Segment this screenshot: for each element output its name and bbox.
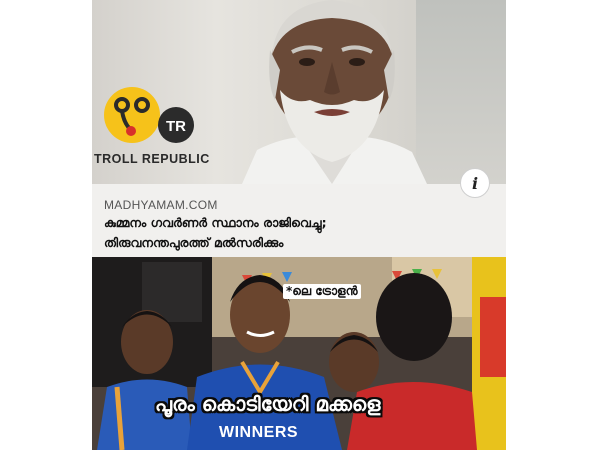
logo-badge-text: TR	[166, 118, 186, 135]
info-icon[interactable]: i	[460, 168, 490, 198]
meme-caption-small: *ലെ ട്രോളൻ	[283, 284, 361, 299]
link-title-line1: കുമ്മനം ഗവർണർ സ്ഥാനം രാജിവെച്ചു;	[104, 215, 327, 230]
link-title-line2: തിരുവനന്തപുരത്ത് മൽസരിക്കും	[104, 235, 284, 250]
jersey-text: WINNERS	[219, 424, 299, 441]
meme-caption-big: പൂരം കൊടിയേറി മക്കളെ	[155, 392, 381, 416]
brand-name: TROLL REPUBLIC	[94, 152, 210, 166]
troll-republic-logo: TR	[104, 87, 194, 143]
link-source: MADHYAMAM.COM	[104, 198, 218, 212]
link-title[interactable]: കുമ്മനം ഗവർണർ സ്ഥാനം രാജിവെച്ചു; തിരുവനന…	[104, 213, 494, 253]
